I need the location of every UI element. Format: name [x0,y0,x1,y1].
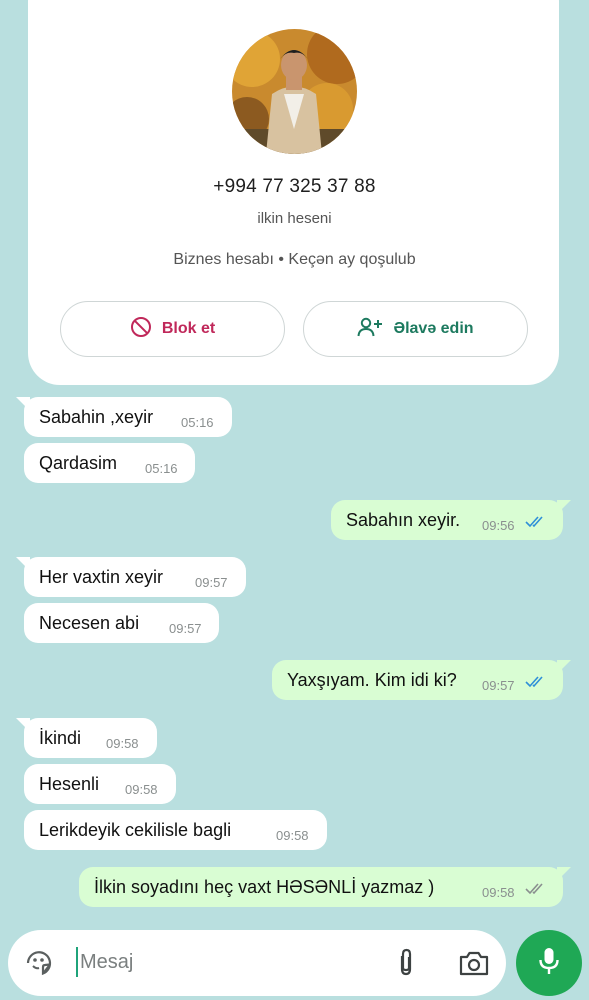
message-text: Hesenli [39,773,100,794]
voice-message-button[interactable] [516,930,582,996]
message-incoming[interactable]: Necesen abi 09:57 [24,603,219,643]
message-composer[interactable]: Mesaj [8,930,506,996]
attach-icon[interactable] [394,948,418,983]
add-contact-icon [357,316,383,343]
message-time: 09:58 [125,782,158,797]
message-time: 05:16 [181,415,214,430]
message-incoming[interactable]: Qardasim 05:16 [24,443,195,483]
double-check-icon [525,672,547,693]
message-text: Lerikdeyik cekilisle bagli [39,819,232,840]
message-incoming[interactable]: Sabahin ,xeyir 05:16 [24,397,232,437]
message-text: Sabahin ,xeyir [39,406,154,427]
contact-phone: +994 77 325 37 88 [213,176,376,197]
message-time: 09:57 [195,575,228,590]
message-text: Yaxşıyam. Kim idi ki? [287,669,457,690]
business-info: Biznes hesabı • Keçən ay qoşulub [173,251,416,268]
message-time: 09:58 [106,736,139,751]
double-check-icon [525,512,547,533]
message-incoming[interactable]: Her vaxtin xeyir 09:57 [24,557,246,597]
add-contact-label: Əlavə edin [393,320,474,337]
message-incoming[interactable]: Hesenli 09:58 [24,764,176,804]
message-text: İkindi [39,727,82,748]
mic-icon [538,946,560,981]
avatar[interactable] [232,29,357,154]
block-label: Blok et [161,320,216,337]
add-contact-button[interactable]: Əlavə edin [303,301,528,357]
message-time: 09:57 [169,621,202,636]
double-check-icon [525,879,547,900]
message-incoming[interactable]: İkindi 09:58 [24,718,157,758]
message-outgoing[interactable]: Yaxşıyam. Kim idi ki? 09:57 [272,660,563,700]
emoji-icon[interactable] [24,948,54,983]
message-text: Necesen abi [39,612,140,633]
message-text: İlkin soyadını heç vaxt HƏSƏNLİ yazmaz ) [94,876,435,897]
message-text: Sabahın xeyir. [346,509,461,530]
contact-name: ilkin heseni [257,210,332,227]
message-text: Qardasim [39,452,118,473]
message-time: 09:56 [482,518,515,533]
camera-icon[interactable] [458,949,490,982]
message-outgoing[interactable]: Sabahın xeyir. 09:56 [331,500,563,540]
message-input[interactable]: Mesaj [76,947,133,977]
block-icon [130,316,152,343]
message-incoming[interactable]: Lerikdeyik cekilisle bagli 09:58 [24,810,327,850]
message-time: 09:58 [482,885,515,900]
message-time: 09:58 [276,828,309,843]
message-time: 05:16 [145,461,178,476]
block-button[interactable]: Blok et [60,301,285,357]
message-outgoing[interactable]: İlkin soyadını heç vaxt HƏSƏNLİ yazmaz )… [79,867,563,907]
message-time: 09:57 [482,678,515,693]
message-text: Her vaxtin xeyir [39,566,164,587]
